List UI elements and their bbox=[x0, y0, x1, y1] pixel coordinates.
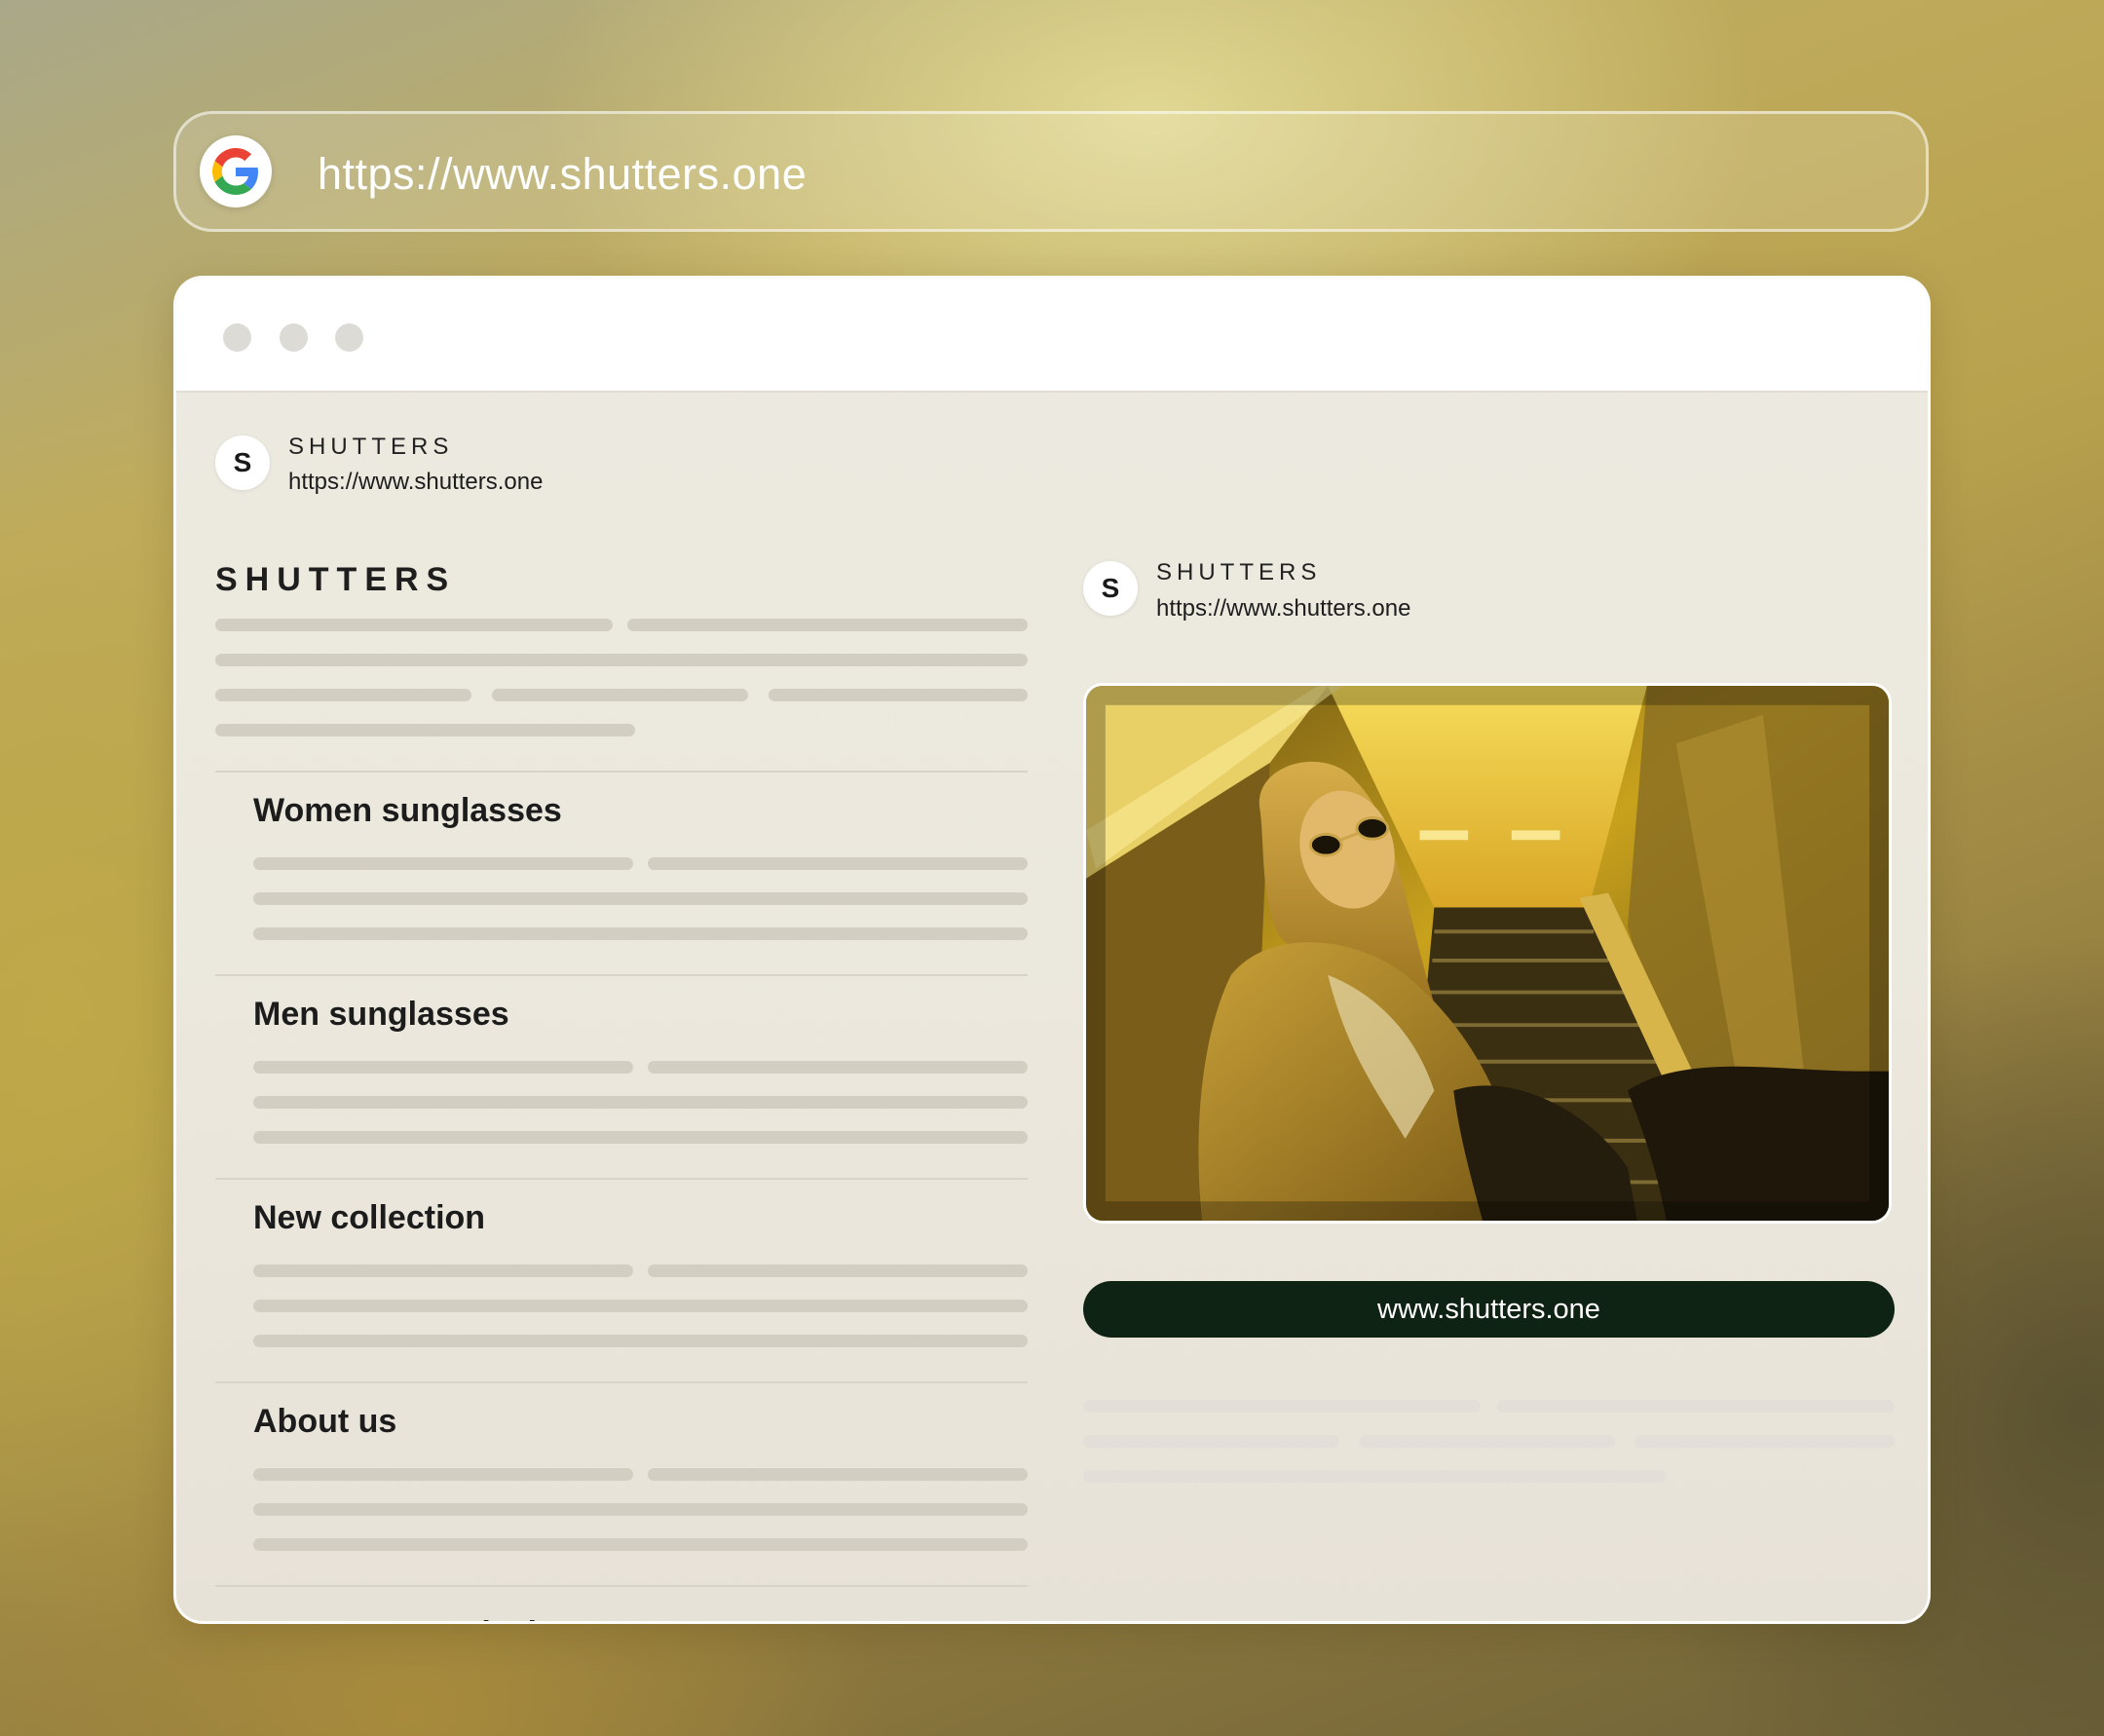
placeholder-line bbox=[253, 1131, 1028, 1144]
site-name: SHUTTERS bbox=[288, 434, 454, 460]
preview-image[interactable] bbox=[1083, 683, 1892, 1224]
brand-heading: SHUTTERS bbox=[215, 561, 457, 598]
placeholder-line bbox=[253, 857, 633, 870]
preview-site-url[interactable]: https://www.shutters.one bbox=[1156, 595, 1410, 623]
placeholder-line bbox=[215, 619, 613, 631]
placeholder-line bbox=[253, 1264, 633, 1277]
placeholder-line bbox=[215, 654, 1028, 666]
section-divider bbox=[215, 1585, 1028, 1587]
placeholder-line bbox=[253, 927, 1028, 940]
placeholder-line bbox=[253, 1300, 1028, 1312]
preview-avatar: S bbox=[1083, 561, 1138, 616]
window-minimize-dot[interactable] bbox=[280, 323, 308, 352]
section-divider bbox=[215, 974, 1028, 976]
address-bar-url[interactable]: https://www.shutters.one bbox=[318, 149, 807, 200]
window-maximize-dot[interactable] bbox=[335, 323, 363, 352]
page-content: S SHUTTERS https://www.shutters.one SHUT… bbox=[176, 393, 1928, 1621]
placeholder-line bbox=[253, 1538, 1028, 1551]
placeholder-line bbox=[492, 689, 748, 701]
placeholder-line bbox=[648, 857, 1028, 870]
placeholder-line bbox=[1359, 1435, 1615, 1448]
placeholder-line bbox=[648, 1061, 1028, 1074]
placeholder-line bbox=[253, 1468, 633, 1481]
visit-site-button[interactable]: www.shutters.one bbox=[1083, 1281, 1895, 1338]
site-avatar: S bbox=[215, 435, 270, 490]
section-title-men-sunglasses[interactable]: Men sunglasses bbox=[253, 996, 509, 1034]
placeholder-line bbox=[253, 1503, 1028, 1516]
section-divider bbox=[215, 1381, 1028, 1383]
placeholder-line bbox=[648, 1468, 1028, 1481]
placeholder-line bbox=[1497, 1400, 1895, 1413]
placeholder-line bbox=[253, 1061, 633, 1074]
placeholder-line bbox=[627, 619, 1028, 631]
placeholder-line bbox=[1083, 1435, 1339, 1448]
google-g-icon bbox=[200, 135, 272, 208]
placeholder-line bbox=[253, 1096, 1028, 1109]
section-title-new-collection[interactable]: New collection bbox=[253, 1199, 485, 1237]
preview-site-name: SHUTTERS bbox=[1156, 559, 1322, 585]
placeholder-line bbox=[1634, 1435, 1895, 1448]
placeholder-line bbox=[1083, 1400, 1481, 1413]
section-title-cutoff[interactable]: 20% Summer deals bbox=[253, 1615, 555, 1621]
section-divider bbox=[215, 771, 1028, 773]
placeholder-line bbox=[215, 689, 471, 701]
section-title-about-us[interactable]: About us bbox=[253, 1403, 396, 1441]
placeholder-line bbox=[253, 892, 1028, 905]
placeholder-line bbox=[215, 724, 635, 736]
address-bar[interactable]: https://www.shutters.one bbox=[173, 111, 1929, 232]
placeholder-line bbox=[648, 1264, 1028, 1277]
browser-window: S SHUTTERS https://www.shutters.one SHUT… bbox=[173, 276, 1931, 1624]
window-titlebar bbox=[176, 279, 1928, 393]
escalator-photo bbox=[1086, 686, 1889, 1221]
window-close-dot[interactable] bbox=[223, 323, 251, 352]
site-url[interactable]: https://www.shutters.one bbox=[288, 469, 543, 496]
placeholder-line bbox=[253, 1335, 1028, 1347]
section-title-women-sunglasses[interactable]: Women sunglasses bbox=[253, 792, 562, 830]
placeholder-line bbox=[769, 689, 1028, 701]
section-divider bbox=[215, 1178, 1028, 1180]
placeholder-line bbox=[1083, 1470, 1666, 1483]
